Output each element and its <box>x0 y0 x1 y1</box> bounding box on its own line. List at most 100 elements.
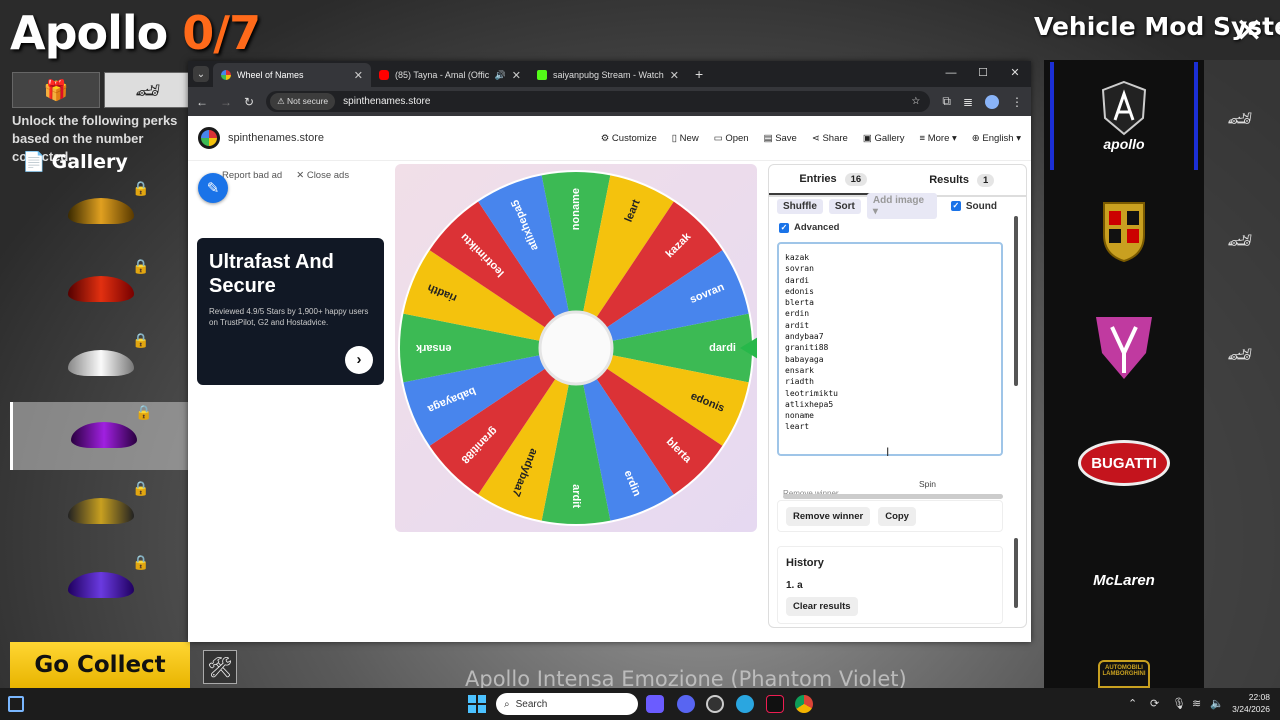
menu-more[interactable]: ≡ More ▾ <box>920 133 957 144</box>
maximize-icon[interactable]: ☐ <box>967 61 999 87</box>
entry-line[interactable]: erdin <box>785 308 995 319</box>
tab-close-icon[interactable]: ✕ <box>512 69 521 82</box>
entry-line[interactable]: kazak <box>785 252 995 263</box>
tab-kick-stream[interactable]: saiyanpubg Stream - Watch Liv ✕ <box>529 63 687 87</box>
bookmark-star-icon[interactable]: ☆ <box>911 96 920 107</box>
site-logo-icon[interactable] <box>198 127 220 149</box>
car-slot-1[interactable]: 🔒 <box>10 178 190 244</box>
entry-line[interactable]: leotrimiktu <box>785 388 995 399</box>
wheel-center-hub[interactable] <box>538 310 614 386</box>
variant-car-icon[interactable]: 🏎 <box>1214 228 1266 252</box>
gift-tab[interactable]: 🎁 <box>12 72 100 108</box>
menu-customize[interactable]: ⚙ Customize <box>601 133 657 144</box>
network-icon[interactable]: ⟳ <box>1150 697 1159 710</box>
clear-results-button[interactable]: Clear results <box>786 597 858 616</box>
brand-bugatti[interactable]: BUGATTI <box>1050 438 1198 488</box>
ad-card[interactable]: Ultrafast And Secure Reviewed 4.9/5 Star… <box>197 238 384 385</box>
sound-checkbox[interactable]: ✓ Sound <box>950 201 997 212</box>
variant-car-icon[interactable]: 🏎 <box>1214 342 1266 366</box>
tab-close-icon[interactable]: ✕ <box>354 69 363 82</box>
go-collect-button[interactable]: Go Collect <box>10 642 190 688</box>
add-image-button[interactable]: Add image ▾ <box>866 193 937 219</box>
car-slot-3[interactable]: 🔒 <box>10 330 190 396</box>
car-slot-5[interactable]: 🔒 <box>10 478 190 544</box>
back-icon[interactable]: ← <box>196 95 208 109</box>
taskbar-search[interactable]: ⌕ Search <box>496 693 638 715</box>
tab-wheel-of-names[interactable]: Wheel of Names ✕ <box>213 63 371 87</box>
browser-menu-icon[interactable]: ⋮ <box>1011 95 1023 109</box>
entry-line[interactable]: atlixhepa5 <box>785 399 995 410</box>
chevron-right-icon[interactable]: › <box>345 346 373 374</box>
car-tab[interactable]: 🏎 <box>104 72 192 108</box>
profile-avatar-icon[interactable] <box>985 94 999 109</box>
name-wheel[interactable]: dardiedonisblertaerdinarditandybaa7grani… <box>395 164 757 532</box>
tab-youtube[interactable]: (85) Tayna - Amal (Official M 🔊 ✕ <box>371 63 529 87</box>
copy-button[interactable]: Copy <box>878 506 916 526</box>
clock[interactable]: 22:08 3/24/2026 <box>1226 691 1270 715</box>
close-ads-link[interactable]: ✕ Close ads <box>296 170 349 181</box>
edit-pencil-icon[interactable]: ✎ <box>198 173 228 203</box>
entry-line[interactable]: graniti88 <box>785 342 995 353</box>
sort-button[interactable]: Sort <box>828 198 861 214</box>
entries-textarea[interactable]: kazak sovran dardi edonis blerta erdin ardit an… <box>777 242 1003 456</box>
entry-line[interactable]: ensark <box>785 365 995 376</box>
advanced-checkbox[interactable]: ✓ Advanced <box>779 222 839 233</box>
teams-icon[interactable] <box>646 695 664 713</box>
volume-icon[interactable]: 🔈 <box>1210 697 1224 710</box>
entry-line[interactable]: riadth <box>785 376 995 387</box>
microphone-icon[interactable]: 🎙 <box>1172 697 1186 710</box>
shuffle-button[interactable]: Shuffle <box>777 198 823 214</box>
entry-line[interactable]: dardi <box>785 275 995 286</box>
tab-search-chevron-icon[interactable]: ⌄ <box>193 66 209 82</box>
horizontal-scrollbar[interactable] <box>783 494 1003 499</box>
brand-lamborghini[interactable]: AUTOMOBILI LAMBORGHINI <box>1050 660 1198 688</box>
car-slot-2[interactable]: 🔒 <box>10 256 190 322</box>
game-close-icon[interactable]: ✕ <box>1232 14 1266 48</box>
panel-scrollbar[interactable] <box>1012 198 1020 626</box>
tab-close-icon[interactable]: ✕ <box>670 69 679 82</box>
tab-entries[interactable]: Entries 16 <box>769 165 898 195</box>
entry-line[interactable]: edonis <box>785 286 995 297</box>
site-name[interactable]: spinthenames.store <box>228 132 601 144</box>
audio-playing-icon[interactable]: 🔊 <box>495 70 506 81</box>
menu-gallery[interactable]: ▣ Gallery <box>863 133 905 144</box>
brand-apollo[interactable]: apollo <box>1050 62 1198 170</box>
scrollbar-thumb[interactable] <box>1014 538 1018 608</box>
new-tab-icon[interactable]: + <box>695 66 703 82</box>
tab-results[interactable]: Results 1 <box>898 165 1027 195</box>
omnibox[interactable]: ⚠ Not secure spinthenames.store ☆ <box>266 91 931 112</box>
remove-winner-button[interactable]: Remove winner <box>786 506 871 526</box>
menu-language[interactable]: ⊕ English ▾ <box>972 133 1021 144</box>
chrome-icon[interactable] <box>795 695 813 713</box>
brand-transformers[interactable] <box>1050 310 1198 386</box>
wifi-icon[interactable]: ≋ <box>1192 697 1201 710</box>
forward-icon[interactable]: → <box>220 95 232 109</box>
windows-start-icon[interactable] <box>468 695 486 713</box>
chevron-up-icon[interactable]: ⌃ <box>1128 697 1137 710</box>
minimize-icon[interactable]: — <box>935 61 967 87</box>
obs-icon[interactable] <box>706 695 724 713</box>
gallery-heading[interactable]: 📄 Gallery <box>22 150 128 174</box>
menu-save[interactable]: ▤ Save <box>764 133 797 144</box>
car-slot-6[interactable]: 🔒 <box>10 552 190 618</box>
tiktok-icon[interactable] <box>766 695 784 713</box>
variant-car-icon[interactable]: 🏎 <box>1214 106 1266 130</box>
brand-mclaren[interactable]: McLaren <box>1050 568 1198 592</box>
entry-line[interactable]: sovran <box>785 263 995 274</box>
entry-line[interactable]: leart <box>785 421 995 432</box>
menu-share[interactable]: ⋖ Share <box>812 133 848 144</box>
discord-icon[interactable] <box>677 695 695 713</box>
window-close-icon[interactable]: ✕ <box>999 61 1031 87</box>
media-control-icon[interactable]: ≣ <box>963 95 973 109</box>
entry-line[interactable]: babayaga <box>785 354 995 365</box>
menu-open[interactable]: ▭ Open <box>714 133 749 144</box>
spin-option-label[interactable]: Spin <box>919 479 936 489</box>
car-slot-4-selected[interactable]: 🔒 <box>10 402 190 470</box>
edge-icon[interactable] <box>736 695 754 713</box>
not-secure-badge[interactable]: ⚠ Not secure <box>270 93 336 110</box>
taskview-icon[interactable] <box>8 696 24 712</box>
entry-line[interactable]: andybaa7 <box>785 331 995 342</box>
extensions-icon[interactable]: ⧉ <box>942 94 951 109</box>
url-text[interactable]: spinthenames.store <box>343 96 430 107</box>
tools-icon[interactable]: 🛠 <box>203 650 237 684</box>
